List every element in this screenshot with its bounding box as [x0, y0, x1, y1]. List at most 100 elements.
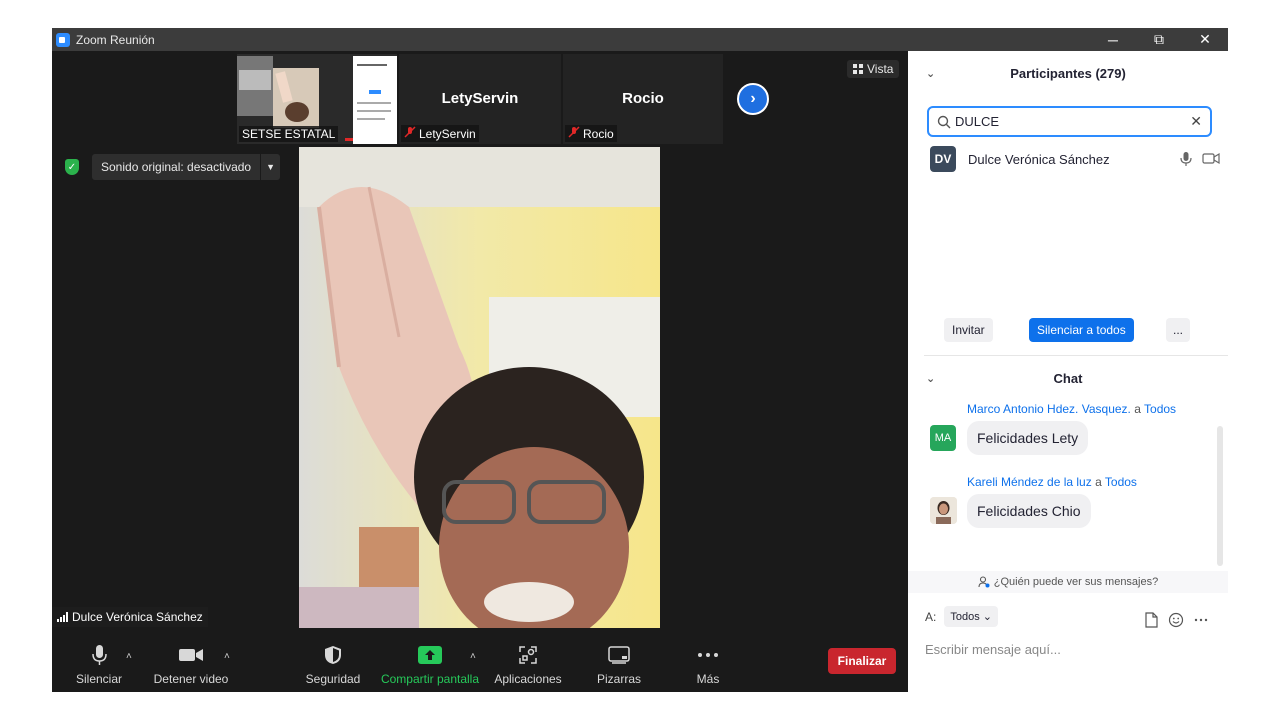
apps-label: Aplicaciones: [494, 672, 562, 686]
close-button[interactable]: ✕: [1182, 28, 1228, 51]
chevron-up-icon[interactable]: ˄: [470, 651, 476, 662]
meeting-area: SETSE ESTATAL LetyServin LetyServin Roci…: [52, 51, 908, 692]
avatar: DV: [930, 146, 956, 172]
side-panel: ⌄ Participantes (279) DULCE ✕ DV Dulce V…: [908, 51, 1228, 692]
participant-search-input[interactable]: DULCE ✕: [927, 106, 1212, 137]
apps-button[interactable]: Aplicaciones: [492, 637, 564, 692]
mute-label: Silenciar: [75, 672, 123, 686]
encryption-shield-icon[interactable]: ✓: [65, 159, 79, 175]
restore-button[interactable]: ⧉: [1136, 28, 1182, 51]
whiteboards-label: Pizarras: [596, 672, 641, 686]
more-options-button[interactable]: ...: [1166, 318, 1190, 342]
chat-title: Chat: [1053, 370, 1083, 386]
thumbnail-name: Rocio: [583, 126, 614, 141]
share-screen-icon: [418, 642, 442, 668]
view-button[interactable]: Vista: [847, 60, 900, 78]
active-speaker-video: [299, 147, 660, 628]
thumbnail-name: SETSE ESTATAL: [242, 127, 336, 141]
avatar: [930, 497, 957, 524]
chat-message-input[interactable]: Escribir mensaje aquí...: [925, 642, 1061, 657]
meeting-toolbar: Silenciar ˄ Detener video ˄ Seguridad Co…: [52, 637, 908, 692]
participant-row[interactable]: DV Dulce Verónica Sánchez: [930, 145, 1220, 173]
participant-status-icons: [1180, 151, 1220, 167]
microphone-icon: [91, 642, 107, 668]
thumbnail-label: LetyServin: [401, 125, 479, 142]
active-speaker-label: Dulce Verónica Sánchez: [52, 607, 208, 627]
participant-actions: Invitar Silenciar a todos ...: [908, 318, 1228, 344]
window-title: Zoom Reunión: [76, 32, 155, 47]
next-page-arrow-icon[interactable]: ›: [737, 83, 769, 115]
apps-icon: [518, 642, 538, 668]
zoom-window: Zoom Reunión ─ ⧉ ✕ SETSE ESTATAL LetySer…: [52, 28, 1228, 692]
thumbnail-setse-estatal[interactable]: SETSE ESTATAL: [237, 54, 397, 144]
recipient-value: Todos: [950, 611, 980, 623]
video-camera-icon[interactable]: [1202, 151, 1220, 165]
recipient-select[interactable]: Todos ⌄: [944, 606, 998, 627]
title-bar: Zoom Reunión ─ ⧉ ✕: [52, 28, 1228, 51]
security-button[interactable]: Seguridad: [304, 637, 362, 692]
mute-button[interactable]: Silenciar: [74, 637, 124, 692]
file-icon[interactable]: [1144, 612, 1158, 628]
clear-search-icon[interactable]: ✕: [1190, 113, 1202, 130]
message-meta: Marco Antonio Hdez. Vasquez. a Todos: [967, 402, 1176, 416]
chevron-down-icon[interactable]: ▼: [260, 154, 280, 180]
more-button[interactable]: Más: [688, 637, 728, 692]
message-to-word: a: [1095, 475, 1102, 489]
message-bubble[interactable]: Felicidades Chio: [967, 494, 1091, 528]
person-visibility-icon: [978, 576, 990, 588]
thumbnail-label: Rocio: [565, 125, 617, 142]
share-screen-label: Compartir pantalla: [380, 672, 480, 686]
search-icon: [937, 115, 951, 128]
participants-title: Participantes (279): [1010, 65, 1126, 81]
microphone-icon[interactable]: [1180, 151, 1192, 167]
chevron-up-icon[interactable]: ˄: [224, 651, 230, 662]
thumbnail-name: LetyServin: [419, 126, 476, 141]
original-sound-button[interactable]: Sonido original: desactivado ▼: [92, 154, 281, 180]
participants-header: ⌄ Participantes (279): [908, 51, 1228, 95]
chevron-down-icon[interactable]: ⌄: [926, 372, 935, 385]
chat-tools: [1144, 612, 1208, 628]
mic-muted-icon: [404, 126, 416, 141]
grid-view-icon: [853, 64, 863, 74]
chevron-down-icon[interactable]: ⌄: [926, 67, 935, 80]
window-controls: ─ ⧉ ✕: [1090, 28, 1228, 51]
thumbnail-display-name: Rocio: [622, 90, 664, 107]
message-sender[interactable]: Marco Antonio Hdez. Vasquez.: [967, 402, 1131, 416]
chat-recipient: A: Todos ⌄: [925, 606, 998, 627]
more-label: Más: [696, 672, 720, 686]
signal-strength-icon: [57, 612, 68, 622]
avatar: MA: [930, 425, 956, 451]
more-dots-icon[interactable]: [1194, 612, 1208, 628]
stop-video-button[interactable]: Detener video: [152, 637, 230, 692]
message-visibility-label: ¿Quién puede ver sus mensajes?: [993, 576, 1159, 588]
invite-button[interactable]: Invitar: [944, 318, 993, 342]
video-camera-icon: [178, 642, 204, 668]
message-to-word: a: [1134, 402, 1141, 416]
chat-scrollbar[interactable]: [1217, 426, 1223, 566]
message-recipient[interactable]: Todos: [1144, 402, 1176, 416]
thumbnail-letyservin[interactable]: LetyServin LetyServin: [399, 54, 561, 144]
chat-header: ⌄ Chat: [908, 356, 1228, 400]
message-recipient[interactable]: Todos: [1105, 475, 1137, 489]
message-visibility-link[interactable]: ¿Quién puede ver sus mensajes?: [908, 571, 1228, 593]
message-meta: Kareli Méndez de la luz a Todos: [967, 475, 1137, 489]
message-sender[interactable]: Kareli Méndez de la luz: [967, 475, 1092, 489]
mute-all-button[interactable]: Silenciar a todos: [1029, 318, 1134, 342]
shield-icon: [324, 642, 342, 668]
minimize-button[interactable]: ─: [1090, 28, 1136, 51]
whiteboards-button[interactable]: Pizarras: [592, 637, 646, 692]
message-bubble[interactable]: Felicidades Lety: [967, 421, 1089, 455]
recipient-label: A:: [925, 609, 937, 624]
thumbnail-label: SETSE ESTATAL: [239, 126, 339, 142]
stop-video-label: Detener video: [153, 672, 229, 686]
zoom-app-icon: [56, 32, 70, 47]
emoji-icon[interactable]: [1168, 612, 1184, 628]
end-meeting-button[interactable]: Finalizar: [828, 648, 896, 674]
mic-muted-icon: [568, 126, 580, 141]
thumbnail-rocio[interactable]: Rocio Rocio: [563, 54, 723, 144]
more-dots-icon: [697, 642, 719, 668]
chevron-up-icon[interactable]: ˄: [126, 651, 132, 662]
thumbnail-display-name: LetyServin: [441, 90, 519, 107]
share-screen-button[interactable]: Compartir pantalla: [379, 637, 481, 692]
view-button-label: Vista: [867, 62, 894, 76]
